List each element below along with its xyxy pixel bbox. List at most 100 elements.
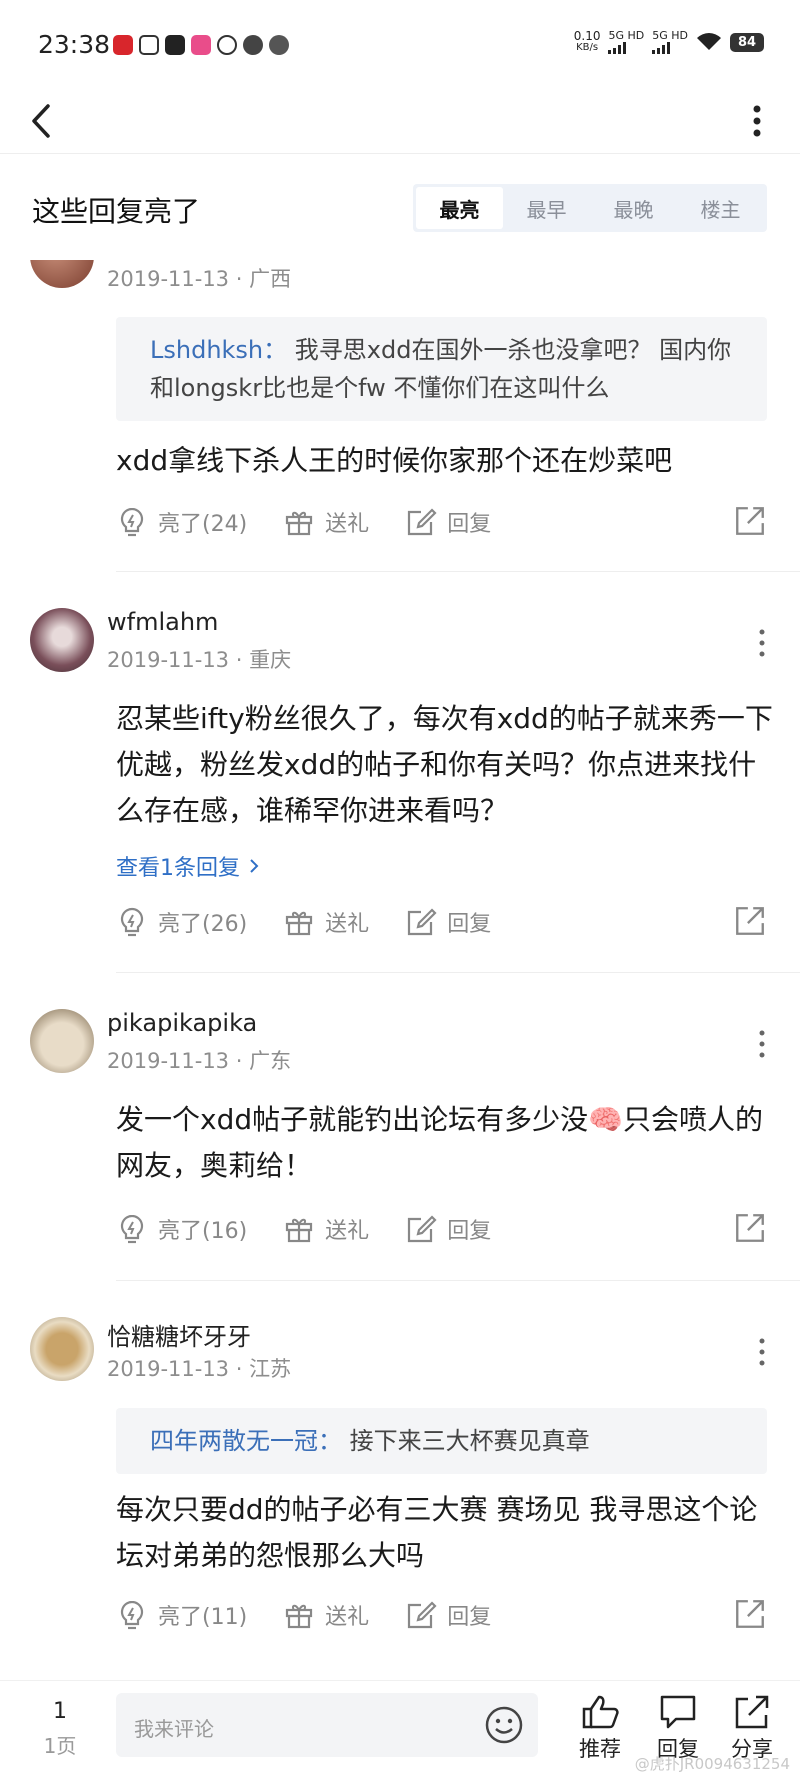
watermark: @虎扑JR0094631254 — [634, 1755, 790, 1773]
share-button[interactable] — [733, 504, 767, 542]
share-icon — [736, 907, 764, 935]
quoted-user[interactable]: Lshdhksh： — [150, 336, 287, 364]
sort-tab-brightest[interactable]: 最亮 — [416, 187, 503, 229]
emoji-icon[interactable] — [484, 1705, 524, 1745]
comment-meta: 2019-11-13 · 江苏 — [107, 1357, 292, 1381]
more-vertical-icon[interactable] — [754, 1027, 770, 1061]
comment-meta: 2019-11-13 · 重庆 — [107, 648, 292, 672]
like-button[interactable]: 亮了(11) — [116, 1599, 247, 1631]
section-title: 这些回复亮了 — [32, 195, 201, 228]
page-label: 1页 — [43, 1734, 77, 1758]
gift-label: 送礼 — [325, 1219, 370, 1244]
sort-tabs: 最亮 最早 最晚 楼主 — [413, 184, 767, 232]
gift-label: 送礼 — [325, 512, 370, 537]
quoted-reply[interactable]: 四年两散无一冠： 接下来三大杯赛见真章 — [116, 1408, 767, 1474]
like-button[interactable]: 亮了(26) — [116, 906, 247, 938]
quoted-user[interactable]: 四年两散无一冠： — [150, 1427, 342, 1455]
user-name[interactable]: wfmlahm — [107, 608, 218, 636]
net-speed: 0.10 KB/s — [574, 30, 601, 54]
comment-meta: 2019-11-13 · 广东 — [107, 1049, 292, 1073]
share-icon — [736, 507, 764, 535]
signal-2: 5G HD — [652, 30, 688, 54]
like-button[interactable]: 亮了(24) — [116, 506, 247, 538]
more-options-button[interactable] — [742, 98, 772, 144]
signal-bars-icon — [608, 42, 627, 54]
comment-actions: 亮了(16) 送礼 回复 — [116, 1209, 767, 1249]
comment-actions: 亮了(24) 送礼 回复 — [116, 502, 767, 542]
brain-emoji-icon: 🧠 — [588, 1103, 623, 1136]
reply-label: 回复 — [447, 1605, 492, 1630]
comment-date: 2019-11-13 — [107, 1357, 230, 1381]
gift-button[interactable]: 送礼 — [283, 1213, 369, 1245]
like-count: 亮了(16) — [158, 1219, 248, 1244]
avatar[interactable] — [30, 1317, 94, 1381]
bottom-bar: 1 1页 我来评论 推荐 回复 分享 @虎扑JR0094631254 — [0, 1680, 800, 1778]
comment-text: 每次只要dd的帖子必有三大赛 赛场见 我寻思这个论坛对弟弟的怨恨那么大吗 — [116, 1493, 758, 1572]
comment-text: 发一个xdd帖子就能钓出论坛有多少没🧠只会喷人的网友，奥莉给！ — [116, 1097, 776, 1189]
edit-reply-icon — [408, 508, 437, 536]
more-vertical-icon — [753, 105, 761, 137]
back-button[interactable] — [26, 98, 66, 144]
status-indicators: 0.10 KB/s 5G HD 5G HD 84 — [574, 30, 764, 54]
share-button[interactable] — [733, 904, 767, 942]
gift-button[interactable]: 送礼 — [283, 906, 369, 938]
page-indicator[interactable]: 1 1页 — [36, 1699, 84, 1759]
sort-tab-latest[interactable]: 最晚 — [590, 187, 677, 229]
share-button[interactable] — [733, 1211, 767, 1249]
gift-button[interactable]: 送礼 — [283, 1599, 369, 1631]
share-icon — [736, 1214, 764, 1242]
bulb-like-icon — [120, 1600, 144, 1630]
comment-item: pikapikapika 2019-11-13 · 广东 发一个xdd帖子就能钓… — [0, 973, 800, 1280]
nav-bar — [0, 92, 800, 154]
gift-label: 送礼 — [325, 912, 370, 937]
view-replies-label: 查看1条回复 — [116, 856, 240, 881]
net-speed-unit: KB/s — [576, 42, 599, 53]
reply-button[interactable]: 回复 — [405, 506, 491, 538]
avatar[interactable] — [30, 608, 94, 672]
sort-tab-op[interactable]: 楼主 — [677, 187, 764, 229]
chat-bubble-icon — [660, 1695, 696, 1729]
app-notification-icon — [191, 35, 211, 55]
comment-input[interactable]: 我来评论 — [116, 1693, 538, 1757]
share-button[interactable] — [733, 1597, 767, 1635]
like-count: 亮了(24) — [158, 512, 248, 537]
comment-placeholder: 我来评论 — [134, 1717, 214, 1741]
like-count: 亮了(11) — [158, 1605, 248, 1630]
gift-icon — [286, 511, 313, 536]
back-arrow-icon — [32, 104, 50, 138]
reply-label: 回复 — [447, 512, 492, 537]
user-name[interactable]: 恰糖糖坏牙牙 — [107, 1317, 251, 1352]
quoted-text: 接下来三大杯赛见真章 — [349, 1427, 590, 1455]
like-button[interactable]: 亮了(16) — [116, 1213, 247, 1245]
avatar[interactable] — [30, 1009, 94, 1073]
bulb-like-icon — [120, 907, 144, 937]
comment-location: 重庆 — [249, 648, 292, 672]
sort-tab-earliest[interactable]: 最早 — [503, 187, 590, 229]
comment-location: 广东 — [249, 1049, 292, 1073]
signal-1-label: 5G HD — [608, 29, 645, 42]
gift-button[interactable]: 送礼 — [283, 506, 369, 538]
quoted-reply[interactable]: Lshdhksh： 我寻思xdd在国外一杀也没拿吧？ 国内你和longskr比也… — [116, 317, 767, 421]
like-count: 亮了(26) — [158, 912, 248, 937]
comment-actions: 亮了(26) 送礼 回复 — [116, 902, 767, 942]
gift-label: 送礼 — [325, 1605, 370, 1630]
reply-button[interactable]: 回复 — [405, 906, 491, 938]
battery-icon: 84 — [730, 32, 764, 52]
recommend-button[interactable]: 推荐 — [570, 1693, 630, 1763]
comment-date: 2019-11-13 — [107, 267, 230, 291]
view-replies-link[interactable]: 查看1条回复 — [116, 850, 261, 882]
user-name[interactable]: pikapikapika — [107, 1009, 257, 1037]
edit-reply-icon — [408, 1215, 437, 1243]
reply-button[interactable]: 回复 — [405, 1599, 491, 1631]
more-vertical-icon[interactable] — [754, 626, 770, 660]
share-icon — [735, 1695, 769, 1729]
gift-icon — [286, 1218, 313, 1243]
comment-text-part: 发一个xdd帖子就能钓出论坛有多少没 — [116, 1103, 589, 1136]
comment-item: wfmlahm 2019-11-13 · 重庆 忍某些ifty粉丝很久了，每次有… — [0, 572, 800, 972]
thumb-up-icon — [582, 1695, 619, 1729]
more-vertical-icon[interactable] — [754, 1335, 770, 1369]
status-app-icons — [113, 35, 289, 55]
reply-button[interactable]: 回复 — [405, 1213, 491, 1245]
app-notification-icon — [269, 35, 289, 55]
edit-reply-icon — [408, 908, 437, 936]
